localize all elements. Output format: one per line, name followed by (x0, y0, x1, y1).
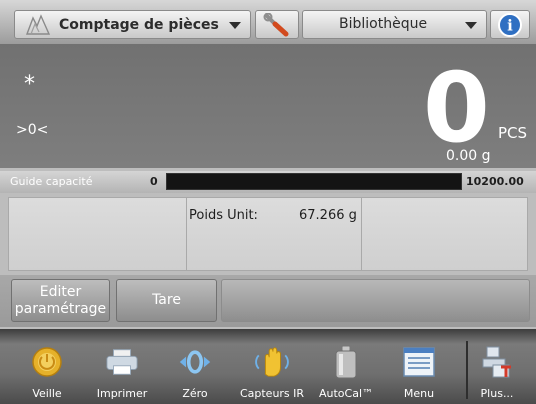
toolbar-item-more[interactable]: Plus... (474, 329, 520, 404)
menu-icon (402, 343, 436, 381)
weighing-display: * >0< 0 PCS 0.00 g (0, 44, 536, 168)
printer-icon (105, 343, 139, 381)
balance-screen: Comptage de pièces Bibliothèque i * >0< … (0, 0, 536, 404)
toolbar-label: Menu (403, 387, 435, 400)
toolbar-item-autocal[interactable]: AutoCal™ (318, 329, 374, 404)
tare-button[interactable]: Tare (116, 279, 217, 322)
toolbar-item-ir-sensors[interactable]: Capteurs IR (236, 329, 308, 404)
library-selector[interactable]: Bibliothèque (302, 10, 487, 39)
toolbar-item-print[interactable]: Imprimer (94, 329, 150, 404)
piece-count-value: 0 (423, 52, 490, 164)
toolbar-label: Capteurs IR (239, 387, 305, 400)
capacity-max: 10200.00 (466, 175, 524, 188)
count-unit: PCS (498, 124, 528, 142)
edit-settings-button[interactable]: Editer paramétrage (11, 279, 110, 322)
toolbar-label: AutoCal™ (318, 387, 374, 400)
toolbar-divider (466, 341, 468, 399)
capacity-min: 0 (150, 175, 158, 188)
toolbar-item-standby[interactable]: Veille (22, 329, 72, 404)
application-label: Comptage de pièces (59, 16, 219, 33)
unit-weight-label: Poids Unit: (189, 208, 258, 223)
capacity-label: Guide capacité (10, 175, 93, 188)
info-button[interactable]: i (490, 10, 530, 39)
capacity-track (166, 173, 462, 190)
stability-indicator: * (24, 72, 35, 97)
toolbar-label: Veille (32, 387, 62, 400)
zero-icon (178, 343, 212, 381)
toolbar-item-zero[interactable]: Zéro (172, 329, 218, 404)
application-selector[interactable]: Comptage de pièces (14, 10, 251, 39)
ir-sensor-icon (255, 343, 289, 381)
library-label: Bibliothèque (339, 16, 428, 32)
standby-icon (30, 343, 64, 381)
chevron-down-icon (229, 22, 241, 29)
wrench-icon (263, 12, 289, 36)
reference-data-panel: Poids Unit: 67.266 g (8, 197, 528, 271)
chevron-down-icon (465, 22, 477, 29)
settings-tool-button[interactable] (255, 10, 299, 39)
toolbar-label: Imprimer (96, 387, 148, 400)
action-row: Editer paramétrage Tare (0, 275, 536, 327)
calibration-weight-icon (329, 343, 363, 381)
bottom-toolbar: Veille Imprimer Zéro Capteurs IR AutoCal… (0, 329, 536, 404)
unit-weight-value: 67.266 g (299, 208, 357, 223)
top-bar: Comptage de pièces Bibliothèque i (0, 0, 536, 44)
parts-counting-icon (25, 13, 51, 35)
toolbar-label: Zéro (182, 387, 208, 400)
more-icon (480, 343, 514, 381)
edit-settings-label-line1: Editer (39, 283, 82, 300)
tare-label: Tare (152, 292, 181, 308)
edit-settings-label-line2: paramétrage (14, 300, 107, 317)
capacity-guide: Guide capacité 0 10200.00 (0, 171, 536, 193)
weight-value: 0.00 g (446, 148, 491, 164)
data-cell (362, 198, 528, 270)
action-empty-slot (221, 279, 530, 322)
center-of-zero-indicator: >0< (16, 122, 49, 138)
toolbar-item-menu[interactable]: Menu (396, 329, 442, 404)
info-icon: i (498, 12, 522, 37)
info-glyph: i (507, 16, 513, 34)
toolbar-label: Plus... (480, 387, 514, 400)
data-cell (9, 198, 187, 270)
